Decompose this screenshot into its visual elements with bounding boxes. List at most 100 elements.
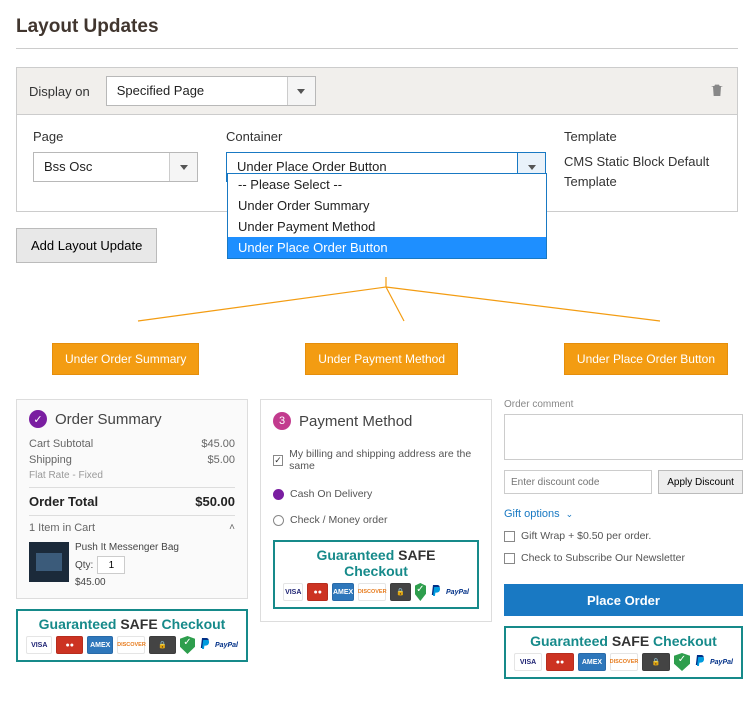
gift-options-link[interactable]: Gift options ⌄: [504, 508, 743, 520]
chevron-down-icon: [169, 153, 197, 181]
layout-update-panel: Display on Specified Page Page Bss Osc C…: [16, 67, 738, 212]
shipping-value: $5.00: [207, 454, 235, 466]
template-value: CMS Static Block Default Template: [564, 152, 721, 191]
cart-item: Push It Messenger Bag Qty: $45.00: [29, 542, 235, 588]
mastercard-icon: ●●: [56, 636, 82, 654]
checkbox-icon[interactable]: ✓: [273, 455, 283, 466]
step-check-icon: ✓: [29, 410, 47, 428]
items-in-cart[interactable]: 1 Item in Cart: [29, 522, 95, 534]
paypal-icon: [430, 584, 442, 600]
preview-order-summary: ✓ Order Summary Cart Subtotal $45.00 Ship…: [16, 399, 248, 679]
preview-place-order: Order comment Apply Discount Gift option…: [504, 399, 743, 679]
safe-word: SAFE: [398, 547, 435, 563]
page-value: Bss Osc: [44, 159, 92, 174]
order-comment-textarea[interactable]: [504, 414, 743, 460]
lock-icon: 🔒: [390, 583, 410, 601]
safe-post: Checkout: [344, 563, 408, 579]
dropdown-option[interactable]: Under Order Summary: [228, 195, 546, 216]
safe-word: SAFE: [120, 616, 157, 632]
order-comment-label: Order comment: [504, 399, 743, 410]
order-summary-card: ✓ Order Summary Cart Subtotal $45.00 Ship…: [16, 399, 248, 599]
safe-checkout-badge: Guaranteed SAFE Checkout VISA ●● AMEX DI…: [16, 609, 248, 662]
subtotal-value: $45.00: [201, 438, 235, 450]
section-title: Layout Updates: [16, 16, 738, 49]
safe-post: Checkout: [649, 633, 717, 649]
paypal-text: PayPal: [215, 642, 238, 649]
panel-body: Page Bss Osc Container Under Place Order…: [17, 115, 737, 211]
chevron-down-icon: [287, 77, 315, 105]
amex-icon: AMEX: [578, 653, 606, 671]
total-label: Order Total: [29, 494, 98, 509]
display-on-select[interactable]: Specified Page: [106, 76, 316, 106]
visa-icon: VISA: [26, 636, 52, 654]
payment-title: Payment Method: [299, 413, 412, 430]
page-select[interactable]: Bss Osc: [33, 152, 198, 182]
shield-icon: [674, 653, 690, 671]
callouts-row: Under Order Summary Under Payment Method…: [16, 343, 738, 375]
lock-icon: 🔒: [642, 653, 670, 671]
checkbox-icon[interactable]: [504, 553, 515, 564]
paypal-text: PayPal: [446, 589, 469, 596]
subtotal-label: Cart Subtotal: [29, 438, 93, 450]
payment-check: Check / Money order: [290, 514, 387, 526]
safe-pre: Guaranteed: [316, 547, 398, 563]
qty-label: Qty:: [75, 560, 93, 571]
dropdown-option[interactable]: -- Please Select --: [228, 174, 546, 195]
shield-icon: [415, 583, 426, 601]
chevron-down-icon: ⌄: [566, 509, 574, 520]
chevron-up-icon[interactable]: ˄: [229, 522, 235, 534]
visa-icon: VISA: [283, 583, 303, 601]
template-field: Template CMS Static Block Default Templa…: [564, 129, 721, 191]
previews-row: ✓ Order Summary Cart Subtotal $45.00 Ship…: [16, 399, 738, 679]
template-label: Template: [564, 129, 721, 144]
radio-on-icon[interactable]: [273, 489, 284, 500]
display-on-value: Specified Page: [117, 83, 204, 98]
step-number-icon: 3: [273, 412, 291, 430]
discover-icon: DISCOVER: [117, 636, 145, 654]
radio-off-icon[interactable]: [273, 515, 284, 526]
paypal-text: PayPal: [710, 659, 733, 666]
item-price: $45.00: [75, 577, 179, 588]
callout-payment-method: Under Payment Method: [305, 343, 458, 375]
giftwrap-label: Gift Wrap + $0.50 per order.: [521, 530, 651, 542]
trash-icon[interactable]: [709, 82, 725, 101]
discount-input[interactable]: [504, 470, 652, 494]
panel-header: Display on Specified Page: [17, 68, 737, 115]
gift-options-label: Gift options: [504, 508, 560, 520]
amex-icon: AMEX: [87, 636, 113, 654]
mastercard-icon: ●●: [546, 653, 574, 671]
preview-payment: 3 Payment Method ✓ My billing and shippi…: [260, 399, 492, 679]
place-order-button[interactable]: Place Order: [504, 584, 743, 616]
discover-icon: DISCOVER: [610, 653, 638, 671]
connector-lines: [16, 277, 738, 337]
display-on-label: Display on: [29, 84, 90, 99]
paypal-icon: [694, 654, 706, 670]
add-layout-update-button[interactable]: Add Layout Update: [16, 228, 157, 263]
payment-cod: Cash On Delivery: [290, 488, 372, 500]
same-address-label: My billing and shipping address are the …: [289, 448, 479, 472]
shipping-label: Shipping: [29, 454, 72, 466]
container-label: Container: [226, 129, 546, 144]
mastercard-icon: ●●: [307, 583, 327, 601]
product-thumb: [29, 542, 69, 582]
safe-pre: Guaranteed: [39, 616, 121, 632]
dropdown-option[interactable]: Under Payment Method: [228, 216, 546, 237]
item-name: Push It Messenger Bag: [75, 542, 179, 553]
callout-place-order: Under Place Order Button: [564, 343, 728, 375]
total-value: $50.00: [195, 494, 235, 509]
apply-discount-button[interactable]: Apply Discount: [658, 470, 743, 494]
order-summary-title: Order Summary: [55, 411, 162, 428]
container-value: Under Place Order Button: [237, 159, 387, 174]
checkbox-icon[interactable]: [504, 531, 515, 542]
shield-icon: [180, 636, 195, 654]
dropdown-option-selected[interactable]: Under Place Order Button: [228, 237, 546, 258]
qty-input[interactable]: [97, 556, 125, 574]
safe-word: SAFE: [612, 633, 649, 649]
amex-icon: AMEX: [332, 583, 354, 601]
newsletter-label: Check to Subscribe Our Newsletter: [521, 552, 685, 564]
safe-checkout-badge: Guaranteed SAFE Checkout VISA ●● AMEX DI…: [504, 626, 743, 679]
container-dropdown[interactable]: -- Please Select -- Under Order Summary …: [227, 173, 547, 259]
callout-order-summary: Under Order Summary: [52, 343, 199, 375]
page-field: Page Bss Osc: [33, 129, 208, 182]
paypal-icon: [199, 637, 211, 653]
